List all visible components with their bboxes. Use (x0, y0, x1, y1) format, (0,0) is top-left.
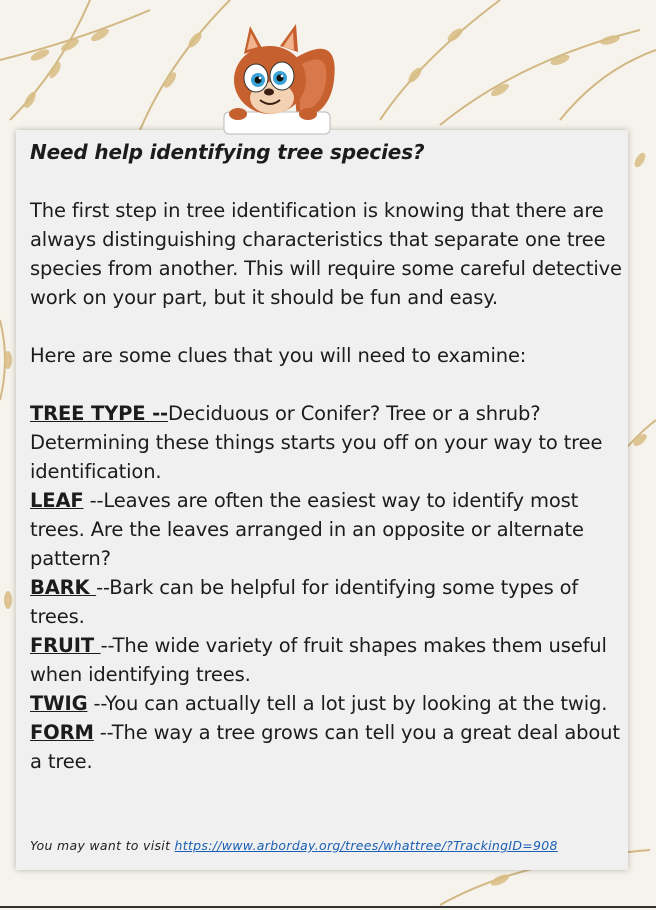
content-body: Need help identifying tree species? The … (30, 138, 622, 776)
clue-term: FORM (30, 721, 94, 744)
clue-term: TREE TYPE -- (30, 402, 168, 425)
footer-prefix: You may want to visit (30, 838, 175, 853)
clue-term: FRUIT (30, 634, 101, 657)
clue-text: --The wide variety of fruit shapes makes… (30, 634, 607, 686)
squirrel-icon (223, 24, 335, 135)
clue-term: TWIG (30, 692, 88, 715)
clue-term: BARK (30, 576, 97, 599)
intro-paragraph: The first step in tree identification is… (30, 199, 622, 309)
clue-text: --The way a tree grows can tell you a gr… (30, 721, 620, 773)
clue-leaf: LEAF --Leaves are often the easiest way … (30, 486, 622, 573)
clues-intro: Here are some clues that you will need t… (30, 344, 527, 367)
clue-tree-type: TREE TYPE --Deciduous or Conifer? Tree o… (30, 399, 622, 486)
clue-fruit: FRUIT --The wide variety of fruit shapes… (30, 631, 622, 689)
clue-text: --Leaves are often the easiest way to id… (30, 489, 584, 570)
bottom-divider (0, 906, 656, 908)
clue-text: --Bark can be helpful for identifying so… (30, 576, 579, 628)
clue-form: FORM --The way a tree grows can tell you… (30, 718, 622, 776)
arborday-link[interactable]: https://www.arborday.org/trees/whattree/… (175, 838, 558, 853)
clue-bark: BARK --Bark can be helpful for identifyi… (30, 573, 622, 631)
footer-note: You may want to visit https://www.arbord… (30, 838, 630, 853)
clue-text: --You can actually tell a lot just by lo… (87, 692, 608, 715)
clue-term: LEAF (30, 489, 84, 512)
clue-twig: TWIG --You can actually tell a lot just … (30, 689, 622, 718)
page-title: Need help identifying tree species? (30, 140, 425, 164)
